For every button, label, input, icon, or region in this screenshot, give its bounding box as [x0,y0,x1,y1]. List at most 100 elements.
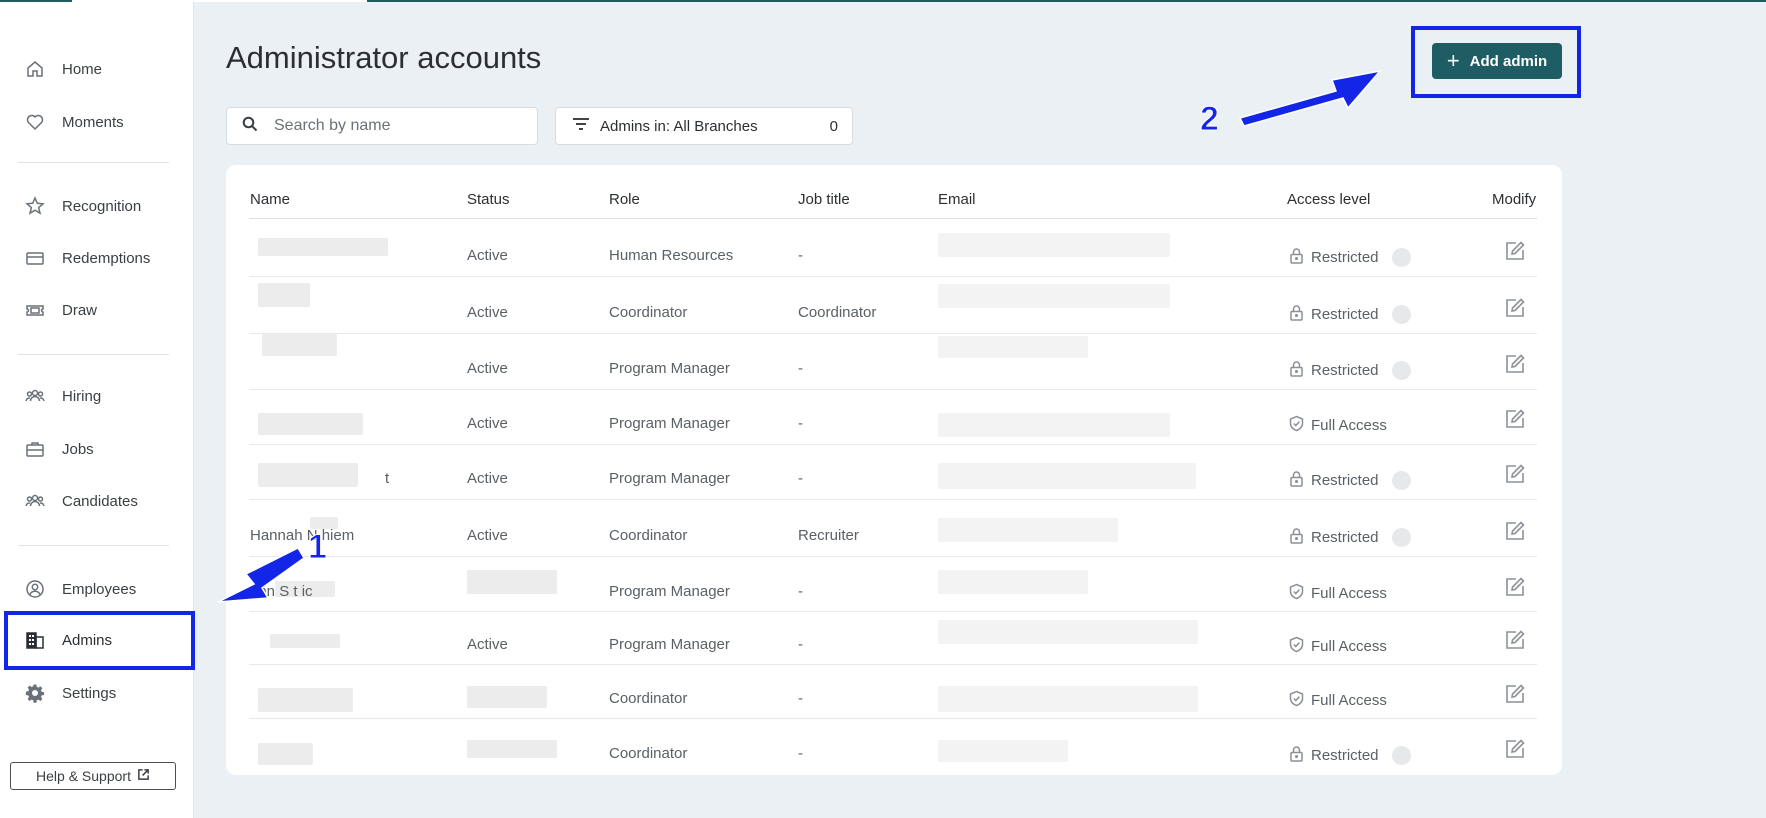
sidebar-divider [18,354,169,355]
info-icon[interactable] [1391,528,1411,547]
column-header-role[interactable]: Role [609,191,640,208]
shield-check-icon [1289,583,1311,604]
access-level-cell: Restricted [1289,527,1411,548]
sidebar-item-label: Hiring [62,387,102,405]
access-level-label: Full Access [1311,692,1387,709]
sidebar-item-label: Settings [62,684,117,702]
filter-count: 0 [829,117,838,135]
status-redacted [467,740,557,758]
lock-icon [1289,745,1311,766]
sidebar-item-settings[interactable]: Settings [24,682,116,704]
column-header-modify: Modify [1492,191,1537,208]
info-icon[interactable] [1391,746,1411,765]
role-cell: Coordinator [609,745,688,762]
shield-check-icon [1289,690,1311,711]
sidebar-item-employees[interactable]: Employees [24,578,136,600]
access-level-cell: Restricted [1289,304,1411,325]
job-title-cell: - [798,360,803,377]
table-row-divider [249,333,1537,334]
sidebar-item-redemptions[interactable]: Redemptions [24,247,150,269]
table-row-divider [249,444,1537,445]
branch-filter[interactable]: Admins in: All Branches 0 [555,107,853,145]
column-header-job-title[interactable]: Job title [798,191,850,208]
edit-icon[interactable] [1504,353,1526,375]
search-input[interactable] [272,116,516,136]
sidebar-item-home[interactable]: Home [24,58,102,80]
edit-icon[interactable] [1504,738,1526,760]
external-link-icon [131,768,150,784]
job-title-cell: - [798,690,803,707]
edit-icon[interactable] [1504,683,1526,705]
table-row-divider [249,718,1537,719]
email-redacted [938,686,1198,712]
highlight-admins [4,611,195,670]
column-header-name[interactable]: Name [250,191,290,208]
access-level-label: Restricted [1311,472,1379,489]
email-redacted [938,233,1170,257]
sidebar-item-moments[interactable]: Moments [24,111,124,133]
access-level-label: Full Access [1311,638,1387,655]
status-cell: Active [467,415,508,432]
sidebar-item-candidates[interactable]: Candidates [24,490,138,512]
access-level-label: Restricted [1311,747,1379,764]
table-row-divider [249,664,1537,665]
email-redacted [938,284,1170,308]
edit-icon[interactable] [1504,408,1526,430]
info-icon[interactable] [1391,248,1411,267]
lock-icon [1289,304,1311,325]
lock-icon [1289,470,1311,491]
heart-icon [24,111,46,133]
table-header-divider [249,218,1537,219]
job-title-cell: - [798,415,803,432]
name-redacted [258,238,388,256]
edit-icon[interactable] [1504,297,1526,319]
sidebar-item-recognition[interactable]: Recognition [24,195,141,217]
info-icon[interactable] [1391,361,1411,380]
user-circle-icon [24,578,46,600]
sidebar-item-label: Draw [62,301,98,319]
column-header-access-level[interactable]: Access level [1287,191,1370,208]
access-level-cell: Full Access [1289,415,1387,436]
name-redacted [262,334,337,356]
sidebar-item-label: Recognition [62,197,142,215]
sidebar-item-draw[interactable]: Draw [24,299,97,321]
annotation-step-2: 2 [1200,100,1220,139]
status-cell: Active [467,304,508,321]
search-box[interactable] [226,107,538,145]
edit-icon[interactable] [1504,576,1526,598]
info-icon[interactable] [1391,471,1411,490]
filter-label: Admins in: All Branches [600,117,758,135]
sidebar-item-label: Candidates [62,492,138,510]
role-cell: Coordinator [609,690,688,707]
name-redacted [270,634,340,648]
role-cell: Program Manager [609,470,730,487]
sidebar-item-label: Redemptions [62,249,151,267]
access-level-label: Restricted [1311,249,1379,266]
card-icon [24,247,46,269]
role-cell: Program Manager [609,583,730,600]
access-level-label: Full Access [1311,417,1387,434]
sidebar: Home Moments Recognition Redemptions Dra… [0,2,194,818]
status-cell: Active [467,470,508,487]
people-icon [24,490,46,512]
sidebar-item-hiring[interactable]: Hiring [24,385,101,407]
help-support-button[interactable]: Help & Support [10,762,176,790]
table-row-divider [249,611,1537,612]
page-title: Administrator accounts [226,40,542,75]
edit-icon[interactable] [1504,240,1526,262]
filter-icon [572,117,600,135]
role-cell: Program Manager [609,636,730,653]
column-header-email[interactable]: Email [938,191,976,208]
column-header-status[interactable]: Status [467,191,510,208]
edit-icon[interactable] [1504,463,1526,485]
sidebar-item-jobs[interactable]: Jobs [24,438,94,460]
name-redacted [258,413,363,435]
home-icon [24,58,46,80]
edit-icon[interactable] [1504,520,1526,542]
gear-icon [24,682,46,704]
info-icon[interactable] [1391,305,1411,324]
table-row-divider [249,276,1537,277]
edit-icon[interactable] [1504,629,1526,651]
annotation-step-1: 1 [308,528,328,567]
table-row-divider [249,389,1537,390]
